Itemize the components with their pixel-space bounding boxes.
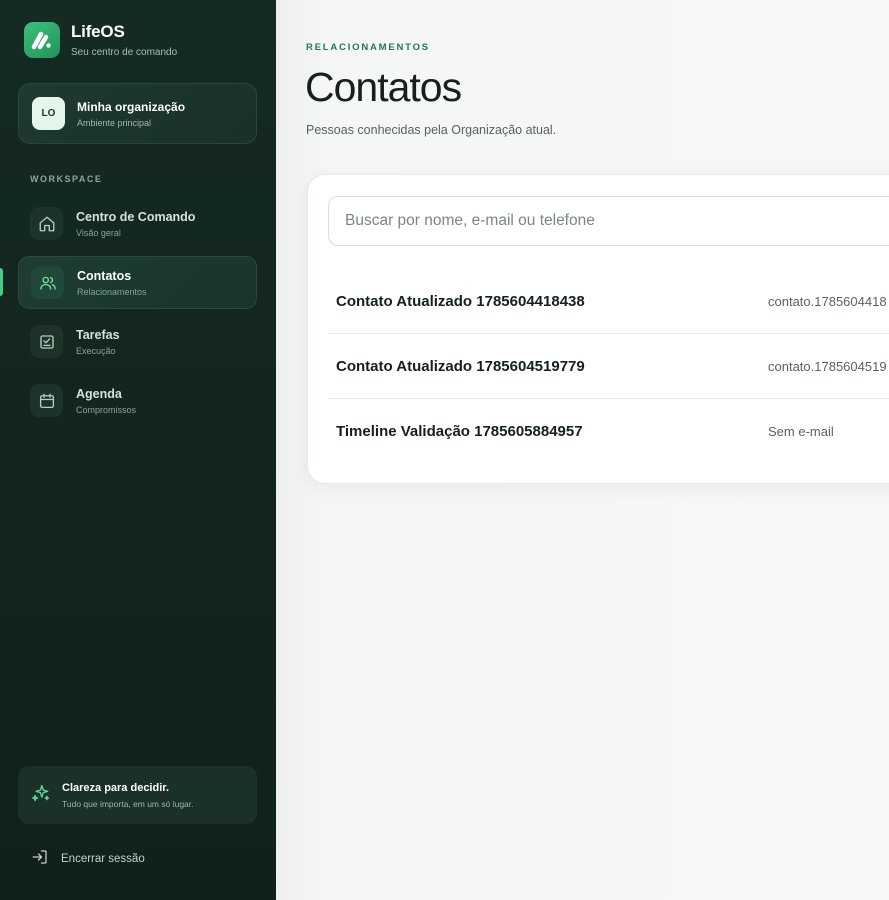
- checklist-icon: [30, 325, 63, 358]
- organization-switcher[interactable]: LO Minha organização Ambiente principal: [18, 83, 257, 144]
- sidebar-item-label: Contatos: [77, 268, 132, 283]
- brand[interactable]: LifeOS Seu centro de comando: [24, 22, 177, 58]
- logout-label: Encerrar sessão: [61, 852, 145, 865]
- brand-name: LifeOS: [71, 22, 125, 41]
- logout-icon: [31, 848, 49, 869]
- contact-row[interactable]: Timeline Validação 1785605884957 Sem e-m…: [328, 399, 889, 464]
- sidebar-item-tarefas[interactable]: Tarefas Execução: [18, 315, 257, 368]
- search-input[interactable]: [328, 196, 889, 246]
- page-eyebrow: RELACIONAMENTOS: [306, 42, 430, 53]
- sidebar-item-sublabel: Compromissos: [76, 404, 137, 415]
- page-title: Contatos: [305, 64, 462, 110]
- contact-name: Timeline Validação 1785605884957: [336, 423, 583, 440]
- contact-name: Contato Atualizado 1785604418438: [336, 292, 585, 310]
- contacts-card: Contato Atualizado 1785604418438 contato…: [307, 174, 889, 484]
- promo-card: Clareza para decidir. Tudo que importa, …: [18, 766, 257, 824]
- contact-email: contato.1785604418: [768, 293, 887, 309]
- home-icon: [30, 207, 63, 240]
- sidebar-item-label: Centro de Comando: [76, 209, 196, 224]
- promo-title: Clareza para decidir.: [62, 781, 169, 794]
- calendar-icon: [30, 384, 63, 417]
- sidebar-item-sublabel: Relacionamentos: [77, 286, 147, 297]
- lifeos-logo-icon: [24, 22, 60, 58]
- sidebar-item-centro-de-comando[interactable]: Centro de Comando Visão geral: [18, 197, 257, 250]
- brand-tagline: Seu centro de comando: [71, 47, 178, 58]
- workspace-section-label: WORKSPACE: [30, 174, 103, 184]
- contact-row[interactable]: Contato Atualizado 1785604418438 contato…: [328, 269, 889, 334]
- logout-button[interactable]: Encerrar sessão: [31, 848, 145, 869]
- users-icon: [31, 266, 64, 299]
- sidebar-item-sublabel: Visão geral: [76, 227, 121, 238]
- sidebar-item-agenda[interactable]: Agenda Compromissos: [18, 374, 257, 427]
- sidebar-item-label: Tarefas: [76, 327, 120, 342]
- page-subtitle: Pessoas conhecidas pela Organização atua…: [306, 123, 557, 137]
- org-subtitle: Ambiente principal: [77, 117, 152, 128]
- main-content: RELACIONAMENTOS Contatos Pessoas conheci…: [276, 0, 889, 900]
- sparkles-icon: [31, 783, 51, 808]
- org-avatar: LO: [32, 97, 65, 130]
- contact-row[interactable]: Contato Atualizado 1785604519779 contato…: [328, 334, 889, 399]
- sidebar-item-contatos[interactable]: Contatos Relacionamentos: [18, 256, 257, 309]
- org-name: Minha organização: [77, 99, 186, 114]
- sidebar-item-sublabel: Execução: [76, 345, 116, 356]
- contact-name: Contato Atualizado 1785604519779: [336, 357, 585, 375]
- sidebar-item-label: Agenda: [76, 386, 122, 401]
- sidebar: LifeOS Seu centro de comando LO Minha or…: [0, 0, 276, 900]
- promo-subtitle: Tudo que importa, em um só lugar.: [62, 798, 194, 809]
- contact-email: Sem e-mail: [768, 424, 834, 439]
- active-nav-indicator: [0, 268, 3, 296]
- contact-email: contato.1785604519: [768, 358, 887, 374]
